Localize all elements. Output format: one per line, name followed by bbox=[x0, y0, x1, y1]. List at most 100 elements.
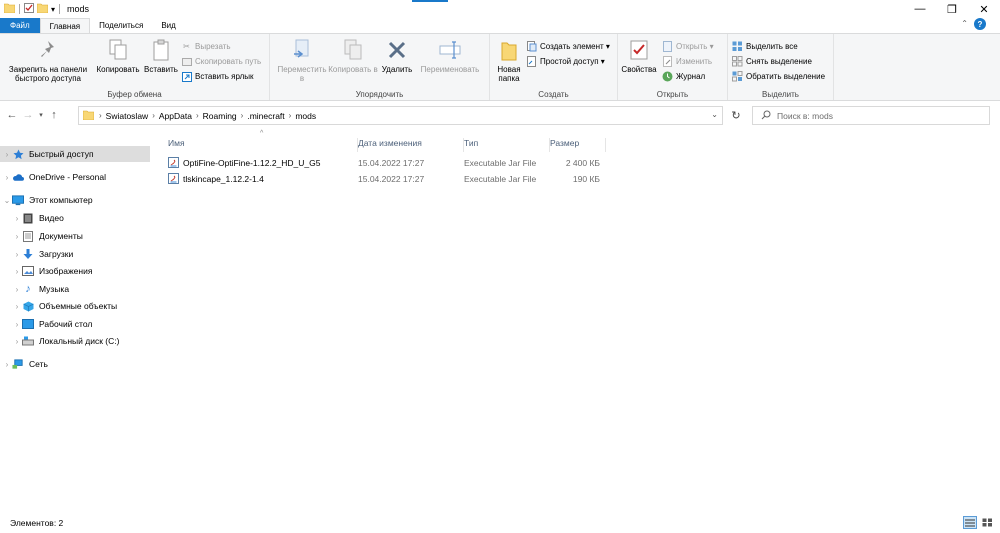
delete-button[interactable]: Удалить bbox=[378, 38, 416, 74]
search-box[interactable]: Поиск в: mods bbox=[752, 106, 990, 125]
sidebar-item-network[interactable]: › Сеть bbox=[0, 356, 48, 372]
navigation-bar: ← → ▾ ↑ › Swiatoslaw › AppData › Roaming… bbox=[0, 103, 1000, 127]
up-arrow-icon[interactable]: ↑ bbox=[46, 105, 62, 125]
sidebar-item-videos[interactable]: › Видео bbox=[0, 210, 64, 226]
sidebar-item-music[interactable]: › ♪ Музыка bbox=[0, 281, 69, 297]
pin-label: Закрепить на панели быстрого доступа bbox=[8, 65, 88, 83]
properties-qat-icon[interactable] bbox=[24, 3, 34, 15]
breadcrumb-chevron-icon[interactable]: › bbox=[152, 111, 155, 120]
scissors-icon: ✂ bbox=[183, 42, 190, 51]
new-folder-qat-icon[interactable] bbox=[36, 3, 49, 15]
easy-access-button[interactable]: Простой доступ ▾ bbox=[526, 56, 605, 67]
expand-chevron-icon[interactable]: › bbox=[12, 250, 22, 259]
open-icon bbox=[662, 41, 673, 52]
file-name: tlskincape_1.12.2-1.4 bbox=[183, 174, 264, 184]
expand-chevron-icon[interactable]: › bbox=[12, 337, 22, 346]
breadcrumb-chevron-icon[interactable]: › bbox=[289, 111, 292, 120]
history-button[interactable]: Журнал bbox=[662, 71, 705, 82]
minimize-button[interactable]: — bbox=[904, 0, 936, 18]
tab-view[interactable]: Вид bbox=[152, 18, 184, 33]
help-icon[interactable]: ? bbox=[974, 18, 986, 30]
expand-chevron-icon[interactable]: › bbox=[12, 320, 22, 329]
expand-chevron-icon[interactable]: › bbox=[12, 232, 22, 241]
address-bar[interactable]: › Swiatoslaw › AppData › Roaming › .mine… bbox=[78, 106, 723, 125]
cut-button[interactable]: ✂ Вырезать bbox=[181, 41, 230, 52]
details-view-icon[interactable] bbox=[963, 516, 977, 529]
maximize-button[interactable]: ❐ bbox=[936, 0, 968, 18]
copy-button[interactable]: Копировать bbox=[92, 38, 144, 74]
file-row[interactable]: OptiFine-OptiFine-1.12.2_HD_U_G5 15.04.2… bbox=[166, 155, 606, 171]
column-size[interactable]: Размер bbox=[550, 138, 606, 152]
paste-shortcut-button[interactable]: Вставить ярлык bbox=[181, 71, 254, 82]
refresh-icon[interactable]: ↻ bbox=[726, 107, 746, 124]
create-group-label: Создать bbox=[538, 90, 569, 99]
paste-label: Вставить bbox=[144, 65, 178, 74]
close-button[interactable]: ✕ bbox=[968, 0, 1000, 18]
divider bbox=[19, 4, 20, 14]
collapse-chevron-icon[interactable]: ⌄ bbox=[2, 196, 12, 205]
open-group: Свойства Открыть ▾ Изменить Журнал Откры… bbox=[618, 34, 728, 100]
sidebar-item-documents[interactable]: › Документы bbox=[0, 228, 83, 244]
expand-chevron-icon[interactable]: › bbox=[12, 302, 22, 311]
edit-button[interactable]: Изменить bbox=[662, 56, 712, 67]
tab-file[interactable]: Файл bbox=[0, 18, 40, 33]
breadcrumb-chevron-icon[interactable]: › bbox=[99, 111, 102, 120]
recent-locations-icon[interactable]: ▾ bbox=[36, 105, 46, 125]
copy-to-button[interactable]: Копировать в bbox=[328, 38, 378, 74]
new-item-button[interactable]: Создать элемент ▾ bbox=[526, 41, 610, 52]
easy-access-label: Простой доступ ▾ bbox=[540, 57, 605, 66]
new-folder-button[interactable]: Новая папка bbox=[494, 38, 524, 83]
sidebar-item-pictures[interactable]: › Изображения bbox=[0, 263, 92, 279]
expand-chevron-icon[interactable]: › bbox=[12, 267, 22, 276]
sidebar-item-label: Этот компьютер bbox=[29, 195, 93, 205]
breadcrumb-roaming[interactable]: Roaming bbox=[203, 111, 237, 121]
qat-dropdown-icon[interactable]: ▾ bbox=[51, 5, 55, 14]
open-button[interactable]: Открыть ▾ bbox=[662, 41, 714, 52]
large-icons-view-icon[interactable] bbox=[980, 516, 994, 529]
forward-arrow-icon[interactable]: → bbox=[20, 105, 36, 125]
breadcrumb-swiatoslaw[interactable]: Swiatoslaw bbox=[106, 111, 149, 121]
sidebar-item-local-disk[interactable]: › Локальный диск (C:) bbox=[0, 333, 120, 349]
breadcrumb-appdata[interactable]: AppData bbox=[159, 111, 192, 121]
column-type[interactable]: Тип bbox=[464, 138, 550, 152]
tab-home[interactable]: Главная bbox=[39, 18, 91, 33]
paste-button[interactable]: Вставить bbox=[143, 38, 179, 74]
expand-chevron-icon[interactable]: › bbox=[12, 214, 22, 223]
sidebar-item-quick-access[interactable]: › Быстрый доступ bbox=[0, 146, 150, 162]
expand-chevron-icon[interactable]: › bbox=[2, 173, 12, 182]
sidebar-item-desktop[interactable]: › Рабочий стол bbox=[0, 316, 92, 332]
new-folder-label: Новая папка bbox=[497, 65, 521, 83]
search-icon bbox=[761, 110, 771, 122]
expand-chevron-icon[interactable]: › bbox=[2, 150, 12, 159]
pin-quick-access-button[interactable]: Закрепить на панели быстрого доступа bbox=[4, 38, 92, 83]
column-name[interactable]: Имя bbox=[168, 138, 358, 152]
invert-selection-button[interactable]: Обратить выделение bbox=[732, 71, 825, 82]
sidebar-item-downloads[interactable]: › Загрузки bbox=[0, 246, 73, 262]
ribbon-tabs: Файл Главная Поделиться Вид ⌃ ? bbox=[0, 18, 1000, 33]
breadcrumb-mods[interactable]: mods bbox=[295, 111, 316, 121]
folder-icon bbox=[3, 3, 16, 15]
collapse-ribbon-icon[interactable]: ⌃ bbox=[961, 19, 968, 28]
sidebar-item-3d-objects[interactable]: › Объемные объекты bbox=[0, 298, 117, 314]
sidebar-item-this-pc[interactable]: ⌄ Этот компьютер bbox=[0, 192, 93, 208]
address-dropdown-icon[interactable]: ⌄ bbox=[711, 110, 718, 119]
breadcrumb-minecraft[interactable]: .minecraft bbox=[247, 111, 284, 121]
back-arrow-icon[interactable]: ← bbox=[4, 105, 20, 125]
properties-button[interactable]: Свойства bbox=[620, 38, 658, 74]
move-to-button[interactable]: Переместить в bbox=[276, 38, 328, 83]
expand-chevron-icon[interactable]: › bbox=[2, 360, 12, 369]
tab-share[interactable]: Поделиться bbox=[90, 18, 152, 33]
breadcrumb-chevron-icon[interactable]: › bbox=[196, 111, 199, 120]
select-none-button[interactable]: Снять выделение bbox=[732, 56, 812, 67]
file-row[interactable]: tlskincape_1.12.2-1.4 15.04.2022 17:27 E… bbox=[166, 171, 606, 187]
column-date-modified[interactable]: Дата изменения bbox=[358, 138, 464, 152]
expand-chevron-icon[interactable]: › bbox=[12, 285, 22, 294]
sidebar-item-onedrive[interactable]: › OneDrive - Personal bbox=[0, 169, 106, 185]
delete-label: Удалить bbox=[381, 65, 413, 74]
invert-selection-label: Обратить выделение bbox=[746, 72, 826, 81]
status-bar: Элементов: 2 bbox=[0, 513, 1000, 533]
select-all-button[interactable]: Выделить все bbox=[732, 41, 798, 52]
breadcrumb-chevron-icon[interactable]: › bbox=[241, 111, 244, 120]
rename-button[interactable]: Переименовать bbox=[416, 38, 484, 74]
copy-path-button[interactable]: Скопировать путь bbox=[181, 56, 261, 67]
